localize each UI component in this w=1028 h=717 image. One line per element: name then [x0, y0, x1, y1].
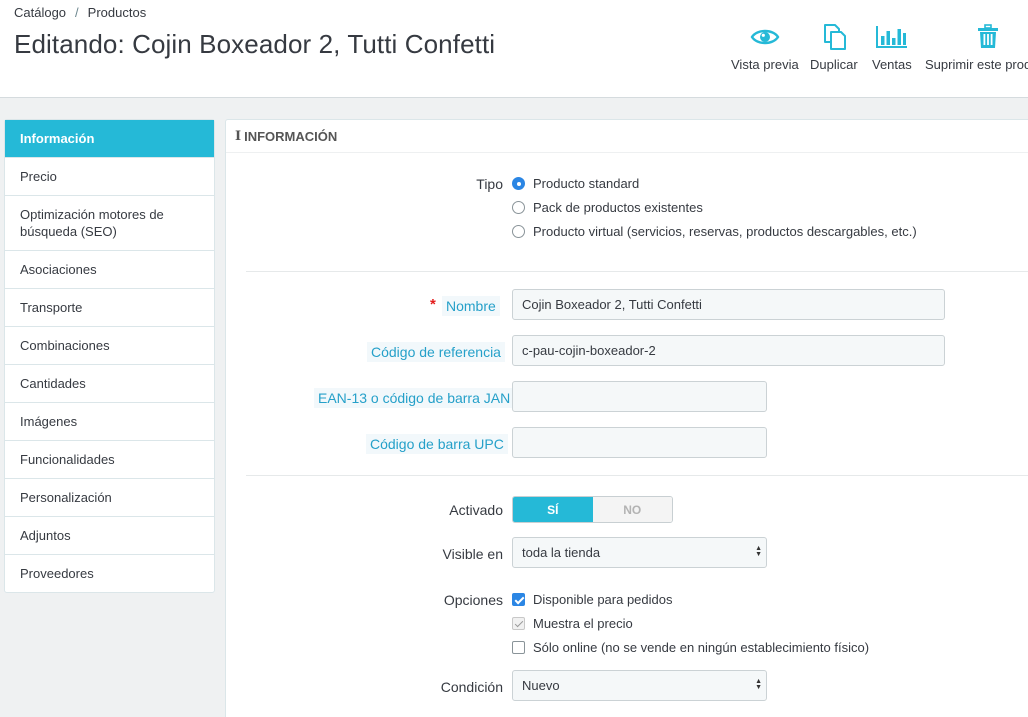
delete-product-label: Suprimir este producto	[925, 57, 1028, 72]
checkbox-online-only[interactable]	[512, 641, 525, 654]
duplicate-label: Duplicar	[810, 57, 858, 72]
tab-price[interactable]: Precio	[5, 158, 214, 196]
eye-icon	[731, 22, 799, 52]
option-available-for-order-label: Disponible para pedidos	[533, 592, 673, 607]
options-label: Opciones	[443, 592, 503, 608]
visibility-value: toda la tienda	[522, 545, 601, 560]
breadcrumb: Catálogo / Productos	[14, 5, 146, 20]
tab-shipping[interactable]: Transporte	[5, 289, 214, 327]
option-available-for-order[interactable]: Disponible para pedidos	[512, 592, 672, 607]
reference-input[interactable]: c-pau-cojin-boxeador-2	[512, 335, 945, 366]
radio-standard[interactable]	[512, 177, 525, 190]
type-option-virtual[interactable]: Producto virtual (servicios, reservas, p…	[512, 224, 917, 239]
active-yes-option[interactable]: SÍ	[513, 497, 593, 522]
active-label: Activado	[449, 502, 503, 518]
breadcrumb-products[interactable]: Productos	[88, 5, 147, 20]
type-option-standard[interactable]: Producto standard	[512, 176, 639, 191]
tab-quantities[interactable]: Cantidades	[5, 365, 214, 403]
divider	[246, 475, 1028, 476]
sales-label: Ventas	[872, 57, 912, 72]
divider	[246, 271, 1028, 272]
tab-information[interactable]: Información	[5, 120, 214, 158]
checkbox-available-for-order[interactable]	[512, 593, 525, 606]
tab-combinations[interactable]: Combinaciones	[5, 327, 214, 365]
visibility-select[interactable]: toda la tienda ▲ ▼	[512, 537, 767, 568]
page-title: Editando: Cojin Boxeador 2, Tutti Confet…	[14, 29, 496, 59]
sales-button[interactable]: Ventas	[872, 22, 912, 72]
breadcrumb-catalog[interactable]: Catálogo	[14, 5, 66, 20]
tab-features[interactable]: Funcionalidades	[5, 441, 214, 479]
preview-button[interactable]: Vista previa	[731, 22, 799, 72]
name-input[interactable]: Cojin Boxeador 2, Tutti Confetti	[512, 289, 945, 320]
option-show-price-label: Muestra el precio	[533, 616, 633, 631]
tab-suppliers[interactable]: Proveedores	[5, 555, 214, 592]
tab-images[interactable]: Imágenes	[5, 403, 214, 441]
trash-icon	[973, 22, 1003, 52]
condition-select[interactable]: Nuevo ▲ ▼	[512, 670, 767, 701]
ean13-input[interactable]	[512, 381, 767, 412]
tab-seo[interactable]: Optimización motores de búsqueda (SEO)	[5, 196, 214, 251]
type-option-standard-label: Producto standard	[533, 176, 640, 191]
select-arrows-icon: ▲ ▼	[755, 545, 762, 558]
type-option-virtual-label: Producto virtual (servicios, reservas, p…	[533, 224, 917, 239]
reference-label[interactable]: Código de referencia	[367, 342, 505, 362]
duplicate-button[interactable]: Duplicar	[810, 22, 858, 72]
panel-heading-label: Información	[244, 128, 338, 144]
condition-label: Condición	[440, 679, 503, 695]
breadcrumb-separator: /	[75, 5, 79, 20]
tab-associations[interactable]: Asociaciones	[5, 251, 214, 289]
page-header: Catálogo / Productos Editando: Cojin Boxea…	[0, 0, 1028, 98]
upc-label[interactable]: Código de barra UPC	[366, 434, 508, 454]
select-arrows-icon: ▲ ▼	[755, 678, 762, 691]
option-online-only[interactable]: Sólo online (no se vende en ningún estab…	[512, 640, 869, 655]
type-option-pack[interactable]: Pack de productos existentes	[512, 200, 703, 215]
delete-product-button[interactable]: Suprimir este producto	[925, 22, 1028, 72]
info-icon: i	[235, 128, 242, 144]
tab-attachments[interactable]: Adjuntos	[5, 517, 214, 555]
radio-pack[interactable]	[512, 201, 525, 214]
option-show-price: Muestra el precio	[512, 616, 633, 631]
copy-icon	[810, 22, 858, 52]
bar-chart-icon	[872, 22, 912, 52]
tab-customization[interactable]: Personalización	[5, 479, 214, 517]
preview-label: Vista previa	[731, 57, 799, 72]
product-tabs: Información Precio Optimización motores …	[4, 119, 215, 593]
name-label[interactable]: Nombre	[442, 296, 500, 316]
option-online-only-label: Sólo online (no se vende en ningún estab…	[533, 640, 870, 655]
active-switch[interactable]: SÍ NO	[512, 496, 673, 523]
visibility-label: Visible en	[442, 546, 503, 562]
condition-value: Nuevo	[522, 678, 560, 693]
active-no-option[interactable]: NO	[592, 497, 672, 522]
type-option-pack-label: Pack de productos existentes	[533, 200, 703, 215]
checkbox-show-price	[512, 617, 525, 630]
panel-heading: i Información	[226, 120, 1028, 153]
information-panel: i Información Tipo Producto standard Pac…	[225, 119, 1028, 717]
ean13-label[interactable]: EAN-13 o código de barra JAN	[314, 388, 515, 408]
type-label: Tipo	[476, 176, 503, 192]
upc-input[interactable]	[512, 427, 767, 458]
radio-virtual[interactable]	[512, 225, 525, 238]
required-marker: *	[430, 296, 436, 313]
